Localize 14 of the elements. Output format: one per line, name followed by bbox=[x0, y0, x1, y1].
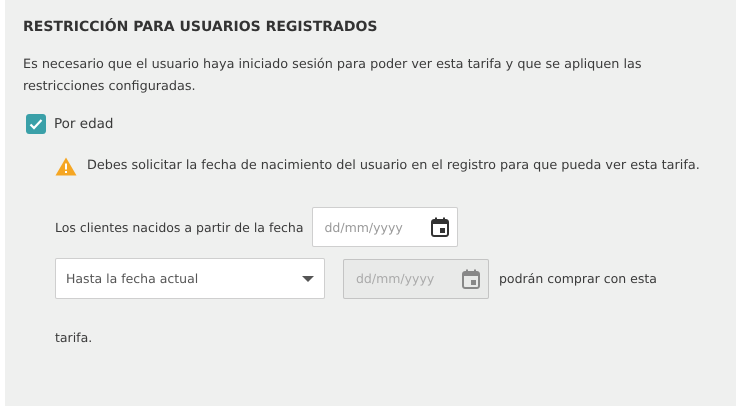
description-text: Es necesario que el usuario haya iniciado sesión para poder ver esta tarifa y que se apliquen las restricciones configuradas. bbox=[23, 56, 643, 96]
checkbox-label: Por edad bbox=[54, 116, 114, 132]
date-from-label: Los clientes nacidos a partir de la fecha bbox=[55, 220, 304, 234]
suffix-text: tarifa. bbox=[55, 330, 94, 345]
checkbox[interactable] bbox=[26, 114, 46, 134]
caret-icon bbox=[302, 276, 314, 282]
calendar-icon[interactable] bbox=[430, 217, 448, 237]
period-dropdown[interactable]: Hasta la fecha actual bbox=[55, 258, 325, 299]
warning-text: Debes solicitar la fecha de nacimiento del usuario en el registro para que pueda ver esta tarifa. bbox=[87, 157, 700, 175]
section-title: RESTRICCIÓN PARA USUARIOS REGISTRADOS bbox=[23, 17, 378, 37]
checkmark-icon bbox=[29, 118, 43, 130]
suffix-text: podrán comprar con esta bbox=[499, 271, 657, 286]
date-field[interactable]: dd/mm/yyyy bbox=[312, 207, 458, 247]
warning-icon bbox=[55, 157, 77, 176]
